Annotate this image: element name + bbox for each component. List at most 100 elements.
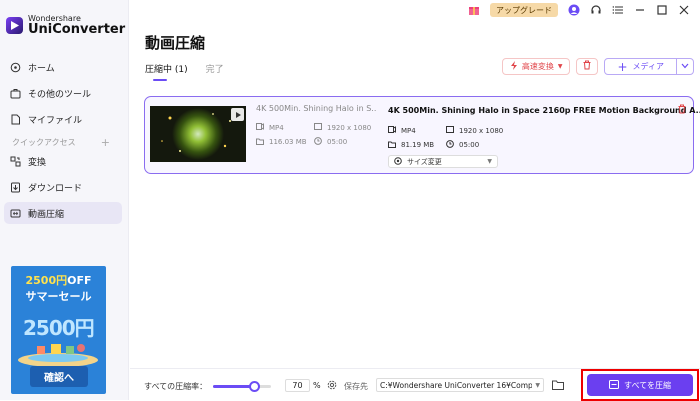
- highlight-frame: すべてを圧縮: [581, 369, 699, 401]
- add-media-main[interactable]: + メディア: [605, 59, 676, 74]
- headset-icon[interactable]: [590, 4, 602, 16]
- sidebar-item-label: その他のツール: [28, 89, 92, 100]
- chevron-down-icon: [681, 62, 689, 72]
- save-path: C:¥Wondershare UniConverter 16¥Compres: [380, 380, 533, 390]
- high-speed-convert-button[interactable]: 高速変換 ▼: [501, 58, 571, 75]
- app-logo[interactable]: Wondershare UniConverter: [6, 14, 125, 36]
- title-bar: アップグレード: [468, 0, 700, 20]
- add-media-dropdown[interactable]: [676, 59, 693, 74]
- file-icon: [10, 114, 21, 125]
- open-folder-icon[interactable]: [552, 380, 564, 393]
- sidebar: Wondershare UniConverter ホーム その他のツール マイフ…: [0, 0, 129, 400]
- speed-label: 高速変換: [521, 62, 554, 71]
- minimize-icon[interactable]: [634, 4, 646, 16]
- save-path-select[interactable]: C:¥Wondershare UniConverter 16¥Compres ▼: [376, 378, 544, 392]
- file-card[interactable]: 4K 500Min. Shining Halo in S... MP4 1920…: [144, 96, 700, 174]
- sidebar-item-label: ホーム: [28, 63, 55, 74]
- delete-item-button[interactable]: [677, 104, 687, 117]
- compress-icon: [10, 208, 21, 219]
- promo-subtitle: サマーセール: [25, 290, 92, 303]
- source-info: 4K 500Min. Shining Halo in S... MP4 1920…: [256, 104, 376, 152]
- gift-icon[interactable]: [468, 4, 480, 16]
- uniconverter-logo-icon: [6, 16, 23, 34]
- sidebar-item-home[interactable]: ホーム: [4, 56, 122, 78]
- tab-compressing[interactable]: 圧縮中 (1): [145, 62, 188, 81]
- size-change-select[interactable]: サイズ変更 ▼: [388, 155, 498, 168]
- menu-icon[interactable]: [612, 4, 624, 16]
- output-format: MP4: [401, 126, 416, 135]
- media-label: メディア: [632, 62, 664, 71]
- source-duration: 05:00: [327, 138, 348, 146]
- add-media-button[interactable]: + メディア: [604, 58, 694, 75]
- folder-size-icon: [256, 138, 264, 147]
- quick-access-label: クイックアクセス: [12, 137, 76, 147]
- download-icon: [10, 182, 21, 193]
- gear-icon[interactable]: [327, 380, 337, 393]
- sidebar-item-convert[interactable]: 変換: [4, 150, 122, 172]
- size-change-label: サイズ変更: [407, 157, 442, 166]
- compression-ratio-input[interactable]: 70: [285, 379, 310, 392]
- video-thumbnail[interactable]: [150, 106, 246, 162]
- sidebar-item-download[interactable]: ダウンロード: [4, 176, 122, 198]
- bottom-bar: すべての圧縮率： 70 % 保存先 C:¥Wondershare UniConv…: [130, 368, 700, 401]
- convert-icon: [10, 156, 21, 167]
- page-title: 動画圧縮: [145, 34, 206, 52]
- sidebar-item-other-tools[interactable]: その他のツール: [4, 82, 122, 104]
- tab-label: 完了: [205, 65, 224, 75]
- settings-icon: [394, 156, 402, 167]
- tab-label: 圧縮中: [145, 65, 173, 75]
- island-illustration-icon: [18, 344, 98, 366]
- source-size: 116.03 MB: [269, 138, 307, 146]
- play-icon[interactable]: [231, 108, 244, 121]
- source-file-name: 4K 500Min. Shining Halo in S...: [256, 104, 376, 113]
- compress-all-button[interactable]: すべてを圧縮: [587, 374, 693, 396]
- output-duration: 05:00: [459, 141, 480, 149]
- compress-all-label: すべてを圧縮: [624, 380, 671, 390]
- percent-label: %: [313, 381, 321, 390]
- promo-headline: 2500円OFF: [11, 272, 106, 288]
- source-format: MP4: [269, 123, 284, 132]
- output-size: 81.19 MB: [401, 141, 435, 149]
- tab-count: (1): [174, 65, 188, 75]
- toolbar-actions: 高速変換 ▼ + メディア: [501, 58, 694, 75]
- toolbox-icon: [10, 88, 21, 99]
- sidebar-item-video-compress[interactable]: 動画圧縮: [4, 202, 122, 224]
- source-resolution: 1920 x 1080: [327, 123, 372, 132]
- upgrade-button[interactable]: アップグレード: [490, 3, 558, 17]
- output-file-name: 4K 500Min. Shining Halo in Space 2160p F…: [388, 105, 700, 115]
- slider-fill: [213, 385, 254, 388]
- output-info: 4K 500Min. Shining Halo in Space 2160p F…: [388, 104, 700, 168]
- video-format-icon: [256, 123, 264, 132]
- avatar-icon[interactable]: [568, 4, 580, 16]
- brand-big: UniConverter: [28, 22, 126, 37]
- sidebar-item-label: 動画圧縮: [28, 209, 65, 220]
- promo-confirm-button[interactable]: 確認へ: [30, 366, 88, 387]
- chevron-down-icon: ▼: [535, 381, 540, 389]
- promo-banner[interactable]: 2500円OFF サマーセール 2500円 確認へ: [11, 266, 106, 394]
- compression-ratio-slider[interactable]: [213, 381, 271, 392]
- chevron-down-icon: ▼: [487, 158, 492, 165]
- save-location-label: 保存先: [344, 382, 368, 391]
- tab-completed[interactable]: 完了: [206, 62, 224, 81]
- sidebar-item-label: マイファイル: [28, 115, 83, 126]
- folder-size-icon: [388, 141, 396, 150]
- delete-all-button[interactable]: [576, 58, 599, 75]
- maximize-icon[interactable]: [656, 4, 668, 16]
- home-icon: [10, 62, 21, 73]
- output-resolution: 1920 x 1080: [459, 126, 504, 135]
- clock-icon: [314, 137, 322, 147]
- sidebar-item-label: 変換: [28, 157, 47, 168]
- resolution-icon: [446, 126, 454, 135]
- lightning-icon: [510, 61, 518, 72]
- sidebar-item-label: ダウンロード: [28, 183, 83, 194]
- close-icon[interactable]: [678, 4, 690, 16]
- compression-ratio-label: すべての圧縮率：: [144, 382, 208, 391]
- sidebar-item-my-files[interactable]: マイファイル: [4, 108, 122, 130]
- sidebar-nav: ホーム その他のツール マイファイル クイックアクセス + 変換 ダウンロード …: [4, 56, 122, 228]
- resolution-icon: [314, 123, 322, 132]
- trash-icon: [582, 60, 592, 73]
- video-format-icon: [388, 126, 396, 135]
- add-icon[interactable]: +: [101, 136, 110, 149]
- promo-off: OFF: [67, 274, 92, 287]
- slider-handle[interactable]: [248, 381, 260, 392]
